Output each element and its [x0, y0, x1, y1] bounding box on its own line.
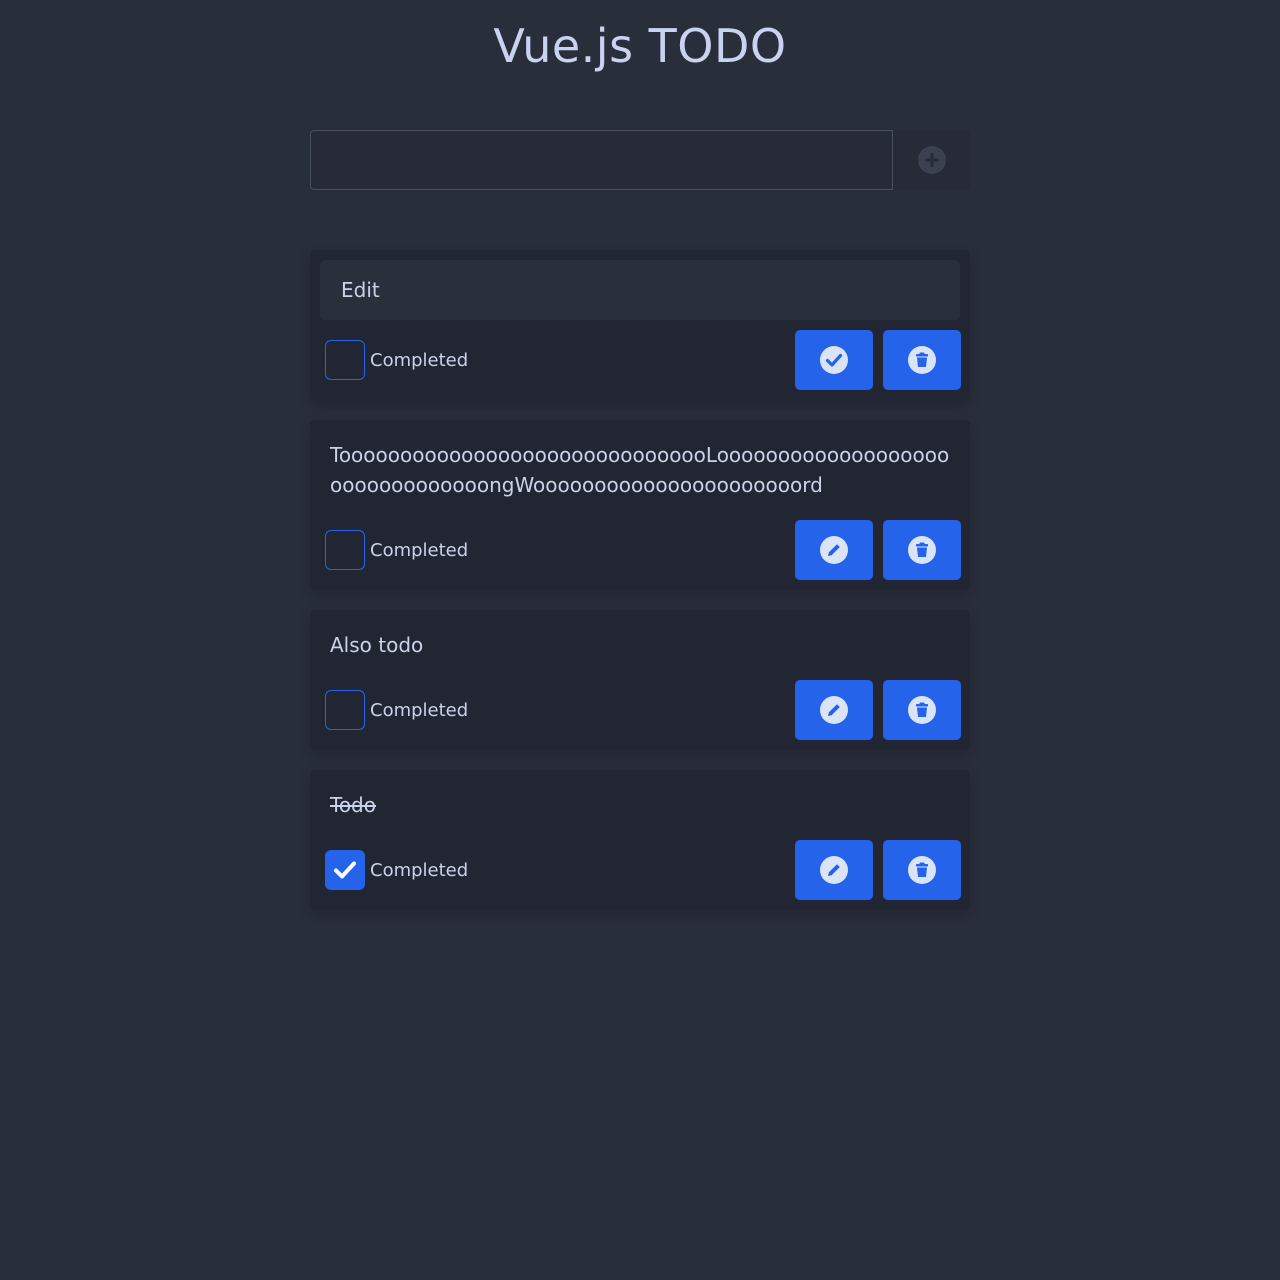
checkmark-icon	[334, 861, 356, 879]
new-todo-form	[310, 130, 970, 190]
plus-circle-icon	[917, 146, 946, 174]
completed-label: Completed	[370, 539, 469, 561]
completed-label: Completed	[370, 349, 469, 371]
completed-checkbox[interactable]	[325, 530, 365, 570]
completed-checkbox[interactable]	[325, 690, 365, 730]
completed-toggle: Completed	[325, 690, 468, 730]
trash-circle-icon	[908, 346, 936, 374]
delete-button[interactable]	[883, 840, 961, 900]
save-button[interactable]	[795, 330, 873, 390]
completed-toggle: Completed	[325, 340, 468, 380]
edit-button[interactable]	[795, 520, 873, 580]
page-title: Vue.js TODO	[493, 19, 787, 73]
delete-button[interactable]	[883, 330, 961, 390]
completed-label: Completed	[370, 859, 469, 881]
todo-text: Also todo	[330, 633, 424, 657]
completed-toggle: Completed	[325, 530, 468, 570]
new-todo-input[interactable]	[310, 130, 893, 190]
todo-edit-input[interactable]	[320, 260, 960, 320]
todo-item: Completed	[310, 250, 970, 400]
edit-button[interactable]	[795, 680, 873, 740]
pencil-circle-icon	[820, 536, 848, 564]
trash-circle-icon	[908, 856, 936, 884]
todo-text: TooooooooooooooooooooooooooooooLoooooooo…	[330, 443, 950, 497]
pencil-circle-icon	[820, 696, 848, 724]
trash-circle-icon	[908, 536, 936, 564]
edit-button[interactable]	[795, 840, 873, 900]
completed-toggle: Completed	[325, 850, 468, 890]
completed-checkbox[interactable]	[325, 340, 365, 380]
pencil-circle-icon	[820, 856, 848, 884]
todo-item: Also todo Completed	[310, 610, 970, 750]
trash-circle-icon	[908, 696, 936, 724]
completed-checkbox[interactable]	[325, 850, 365, 890]
todo-item: TooooooooooooooooooooooooooooooLoooooooo…	[310, 420, 970, 590]
add-todo-button[interactable]	[893, 130, 970, 190]
completed-label: Completed	[370, 699, 469, 721]
check-circle-icon	[820, 346, 848, 374]
delete-button[interactable]	[883, 680, 961, 740]
todo-text: Todo	[330, 793, 376, 817]
todo-item: Todo Completed	[310, 770, 970, 910]
delete-button[interactable]	[883, 520, 961, 580]
